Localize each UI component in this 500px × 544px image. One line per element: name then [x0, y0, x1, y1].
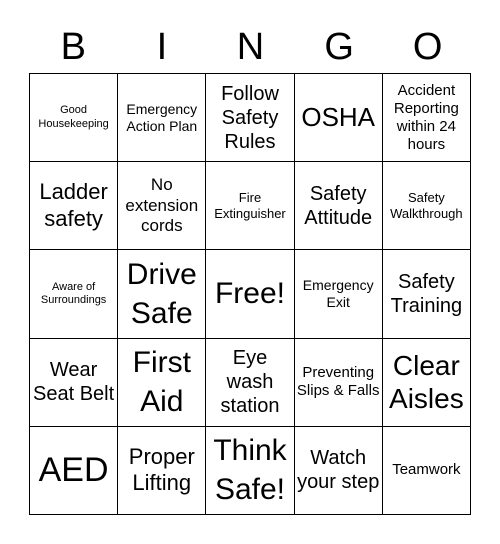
bingo-cell[interactable]: Accident Reporting within 24 hours [382, 74, 471, 163]
bingo-cell[interactable]: Aware of Surroundings [30, 250, 119, 339]
header-letter: B [60, 26, 86, 68]
bingo-cell[interactable]: Good Housekeeping [30, 74, 119, 163]
bingo-header: B I N G O [29, 22, 472, 72]
bingo-cell[interactable]: AED [30, 426, 119, 515]
bingo-cell[interactable]: Safety Training [382, 250, 471, 339]
bingo-cell[interactable]: No extension cords [118, 162, 207, 251]
bingo-cell[interactable]: Emergency Action Plan [118, 74, 207, 163]
header-letter: N [236, 26, 265, 68]
bingo-cell[interactable]: First Aid [118, 338, 207, 427]
bingo-cell[interactable]: Wear Seat Belt [30, 338, 119, 427]
bingo-cell[interactable]: Safety Walkthrough [382, 162, 471, 251]
bingo-cell[interactable]: Clear Aisles [382, 338, 471, 427]
bingo-cell[interactable]: Eye wash station [206, 338, 295, 427]
bingo-cell[interactable]: Follow Safety Rules [206, 74, 295, 163]
bingo-cell[interactable]: Drive Safe [118, 250, 207, 339]
header-letter: G [324, 26, 354, 68]
bingo-cell[interactable]: Safety Attitude [294, 162, 383, 251]
free-cell[interactable]: Free! [206, 250, 295, 339]
bingo-cell[interactable]: Teamwork [382, 426, 471, 515]
bingo-cell[interactable]: Fire Extinguisher [206, 162, 295, 251]
bingo-cell[interactable]: Emergency Exit [294, 250, 383, 339]
bingo-cell[interactable]: Ladder safety [30, 162, 119, 251]
bingo-grid: Good Housekeeping Emergency Action Plan … [29, 73, 471, 515]
header-letter: O [412, 26, 443, 68]
bingo-cell[interactable]: OSHA [294, 74, 383, 163]
bingo-cell[interactable]: Proper Lifting [118, 426, 207, 515]
header-letter: I [156, 26, 168, 68]
bingo-cell[interactable]: Think Safe! [206, 426, 295, 515]
bingo-cell[interactable]: Preventing Slips & Falls [294, 338, 383, 427]
bingo-cell[interactable]: Watch your step [294, 426, 383, 515]
